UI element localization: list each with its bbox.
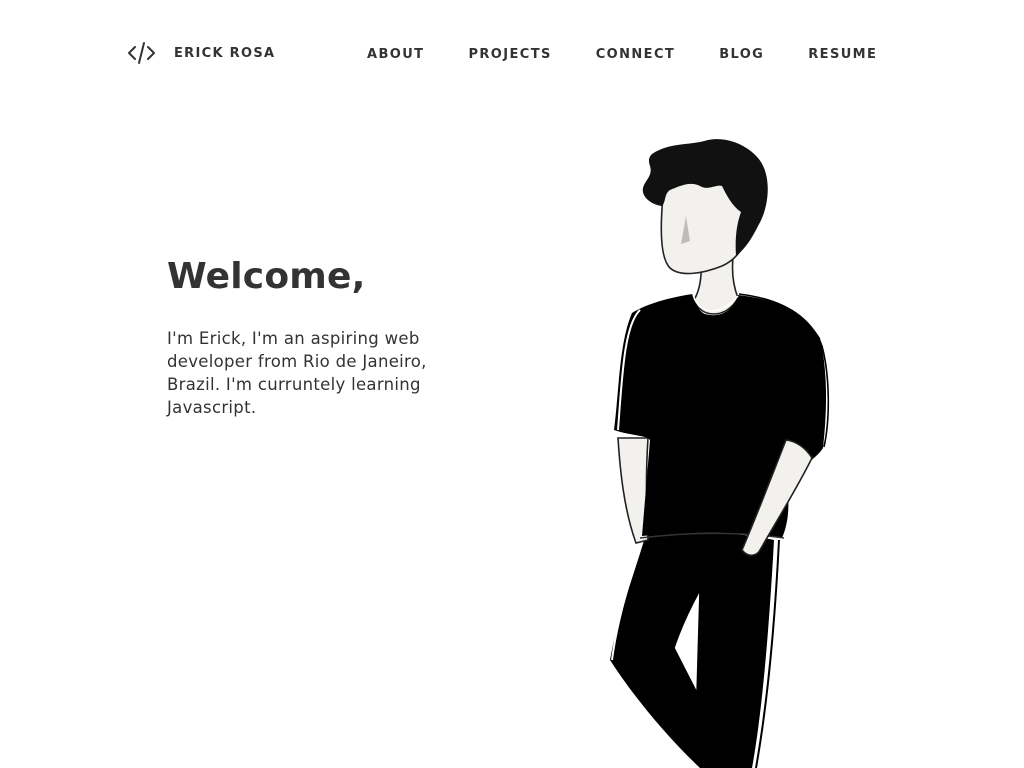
nav-item-connect[interactable]: CONNECT — [596, 47, 675, 62]
person-illustration — [610, 139, 830, 768]
home-logo-link[interactable]: ERICK ROSA — [128, 40, 275, 66]
hero-intro: I'm Erick, I'm an aspiring web developer… — [167, 329, 427, 417]
hero-title: Welcome, — [167, 256, 366, 297]
nav-item-about[interactable]: ABOUT — [367, 47, 424, 62]
site-name: ERICK ROSA — [174, 45, 276, 61]
main-nav: ABOUT PROJECTS CONNECT BLOG RESUME — [367, 45, 877, 63]
nav-item-projects[interactable]: PROJECTS — [468, 47, 551, 62]
code-brackets-icon — [128, 42, 155, 64]
nav-item-blog[interactable]: BLOG — [719, 47, 764, 62]
nav-item-resume[interactable]: RESUME — [808, 47, 877, 62]
